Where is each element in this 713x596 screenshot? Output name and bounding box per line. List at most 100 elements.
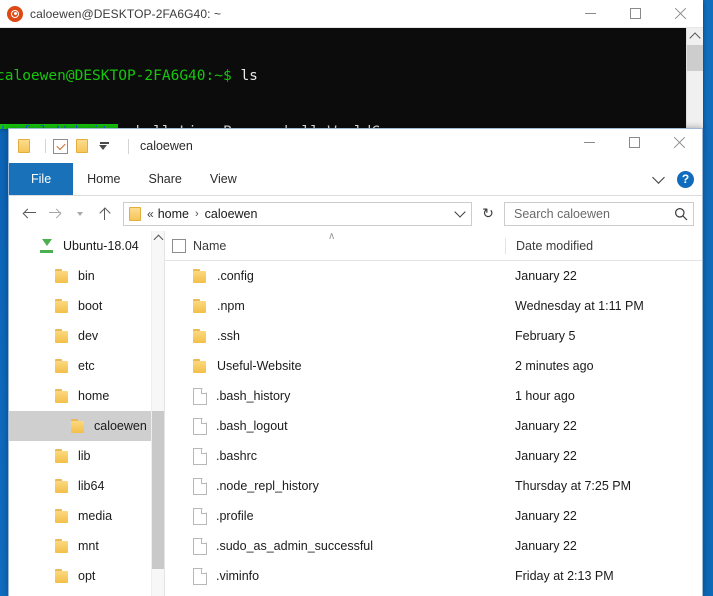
terminal-line-1: caloewen@DESKTOP-2FA6G40:~$ ls [0, 67, 398, 86]
refresh-button[interactable]: ↻ [476, 202, 500, 226]
folder-icon [55, 509, 70, 523]
sidebar-item-dev[interactable]: dev [9, 321, 164, 351]
sidebar-item-media[interactable]: media [9, 501, 164, 531]
nav-scroll-up-button[interactable] [152, 231, 164, 245]
file-name-cell[interactable]: .bash_history [165, 388, 505, 405]
terminal-scrollbar-thumb[interactable] [687, 45, 703, 71]
sidebar-item-etc[interactable]: etc [9, 351, 164, 381]
tab-share[interactable]: Share [135, 163, 196, 195]
file-list-pane: Name ∧ Date modified .config January 22 [165, 231, 702, 596]
sidebar-item-label: home [78, 389, 109, 403]
recent-locations-button[interactable] [67, 201, 92, 226]
file-name-cell[interactable]: .config [165, 269, 505, 283]
up-button[interactable] [92, 201, 117, 226]
file-name-cell[interactable]: .viminfo [165, 568, 505, 585]
sidebar-item-lib[interactable]: lib [9, 441, 164, 471]
file-name-cell[interactable]: Useful-Website [165, 359, 505, 373]
sidebar-item-label: boot [78, 299, 102, 313]
address-overflow-icon[interactable]: « [147, 207, 154, 221]
file-name-label: .npm [217, 299, 245, 313]
chevron-down-icon[interactable] [652, 171, 665, 184]
file-icon [193, 448, 207, 465]
file-name-cell[interactable]: .ssh [165, 329, 505, 343]
table-row[interactable]: .node_repl_history Thursday at 7:25 PM [165, 471, 702, 501]
table-row[interactable]: .profile January 22 [165, 501, 702, 531]
back-button[interactable] [17, 201, 42, 226]
address-dropdown-icon[interactable] [449, 208, 471, 219]
file-date-cell: Friday at 2:13 PM [505, 569, 702, 583]
folder-icon [55, 569, 70, 583]
file-date-cell: 2 minutes ago [505, 359, 702, 373]
file-name-cell[interactable]: .bashrc [165, 448, 505, 465]
explorer-close-button[interactable] [657, 129, 702, 156]
search-box[interactable]: Search caloewen [504, 202, 694, 226]
explorer-minimize-button[interactable] [567, 129, 612, 156]
sidebar-item-mnt[interactable]: mnt [9, 531, 164, 561]
help-icon[interactable]: ? [677, 171, 694, 188]
terminal-scroll-up-button[interactable] [687, 28, 703, 45]
file-name-cell[interactable]: .npm [165, 299, 505, 313]
new-folder-icon[interactable] [76, 139, 88, 153]
table-row[interactable]: .bash_logout January 22 [165, 411, 702, 441]
forward-button[interactable] [42, 201, 67, 226]
properties-checkbox-icon[interactable] [53, 139, 68, 154]
file-date-cell: January 22 [505, 419, 702, 433]
breadcrumb-caloewen[interactable]: caloewen [205, 207, 258, 221]
table-row[interactable]: .npm Wednesday at 1:11 PM [165, 291, 702, 321]
tab-home[interactable]: Home [73, 163, 134, 195]
tab-view[interactable]: View [196, 163, 251, 195]
table-row[interactable]: .config January 22 [165, 261, 702, 291]
customize-quick-access-caret-icon[interactable] [96, 142, 109, 150]
file-name-cell[interactable]: .sudo_as_admin_successful [165, 538, 505, 555]
table-row[interactable]: helloLinuxPy.py Thursday at 4:43 PM [165, 591, 702, 596]
explorer-maximize-button[interactable] [612, 129, 657, 156]
sidebar-item-label: media [78, 509, 112, 523]
breadcrumb-separator-icon[interactable]: › [195, 208, 199, 220]
nav-scrollbar-thumb[interactable] [152, 411, 165, 569]
terminal-minimize-button[interactable] [568, 0, 613, 27]
terminal-maximize-button[interactable] [613, 0, 658, 27]
terminal-title-bar[interactable]: caloewen@DESKTOP-2FA6G40: ~ [0, 0, 703, 28]
terminal-scrollbar[interactable] [686, 28, 703, 129]
column-header-date-modified[interactable]: Date modified [505, 238, 702, 254]
file-date-cell: 1 hour ago [505, 389, 702, 403]
terminal-body[interactable]: caloewen@DESKTOP-2FA6G40:~$ ls Useful-We… [0, 28, 703, 129]
file-date-cell: Wednesday at 1:11 PM [505, 299, 702, 313]
sidebar-item-bin[interactable]: bin [9, 261, 164, 291]
sidebar-item-home[interactable]: home [9, 381, 164, 411]
sidebar-item-lib64[interactable]: lib64 [9, 471, 164, 501]
table-row[interactable]: .ssh February 5 [165, 321, 702, 351]
file-name-cell[interactable]: .profile [165, 508, 505, 525]
sidebar-item-ubuntu[interactable]: Ubuntu-18.04 [9, 231, 164, 261]
address-bar[interactable]: « home › caloewen [123, 202, 472, 226]
breadcrumb-home[interactable]: home [158, 207, 189, 221]
folder-icon [55, 329, 70, 343]
table-row[interactable]: Useful-Website 2 minutes ago [165, 351, 702, 381]
explorer-title-bar[interactable]: caloewen [9, 129, 702, 163]
table-row[interactable]: .bash_history 1 hour ago [165, 381, 702, 411]
linux-distro-icon [39, 239, 55, 254]
table-row[interactable]: .bashrc January 22 [165, 441, 702, 471]
search-input[interactable]: Search caloewen [514, 207, 669, 221]
file-name-cell[interactable]: .node_repl_history [165, 478, 505, 495]
file-explorer-window: caloewen File Home Share View ? [8, 128, 703, 596]
tab-file[interactable]: File [9, 163, 73, 195]
sidebar-item-caloewen[interactable]: caloewen [9, 411, 164, 441]
terminal-close-button[interactable] [658, 0, 703, 27]
file-name-cell[interactable]: .bash_logout [165, 418, 505, 435]
sidebar-item-opt[interactable]: opt [9, 561, 164, 591]
file-date-cell: January 22 [505, 269, 702, 283]
table-row[interactable]: .viminfo Friday at 2:13 PM [165, 561, 702, 591]
navigation-pane-scrollbar[interactable] [151, 231, 164, 596]
folder-icon [193, 359, 208, 373]
search-icon[interactable] [669, 207, 693, 221]
quick-access-folder-icon[interactable] [18, 139, 30, 153]
sidebar-item-boot[interactable]: boot [9, 291, 164, 321]
explorer-content: Ubuntu-18.04 bin boot dev etc [9, 231, 702, 596]
column-header-name[interactable]: Name ∧ [193, 239, 505, 253]
sidebar-item-label: lib [78, 449, 91, 463]
table-row[interactable]: .sudo_as_admin_successful January 22 [165, 531, 702, 561]
ribbon-right-controls: ? [654, 163, 694, 195]
sidebar-item-proc[interactable]: proc [9, 591, 164, 596]
select-all-checkbox[interactable] [165, 239, 193, 253]
